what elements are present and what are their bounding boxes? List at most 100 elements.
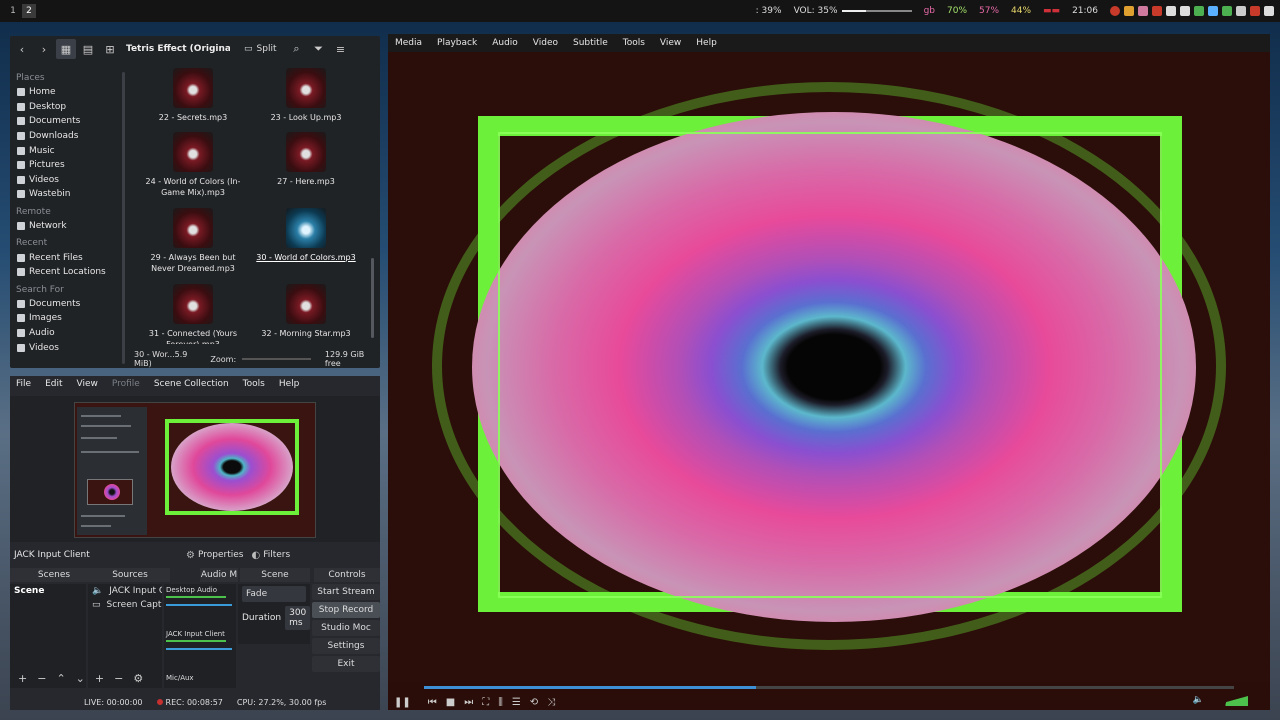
- zoom-slider[interactable]: [242, 358, 311, 360]
- move-down-icon[interactable]: ⌄: [76, 672, 85, 685]
- workspace-2[interactable]: 2: [22, 4, 36, 18]
- extended-settings-icon[interactable]: ⫼: [498, 697, 503, 708]
- filters-button[interactable]: ◐ Filters: [251, 550, 290, 561]
- tray-icon-11[interactable]: [1250, 6, 1260, 16]
- sidebar-item-wastebin[interactable]: Wastebin: [10, 187, 126, 202]
- forward-icon[interactable]: ›: [34, 39, 54, 59]
- sidebar-item-recent-files[interactable]: Recent Files: [10, 250, 126, 265]
- player-menu-media[interactable]: Media: [395, 38, 422, 48]
- loop-icon[interactable]: ⟲: [530, 697, 538, 708]
- compact-view-icon[interactable]: ▤: [78, 39, 98, 59]
- mixer-channel[interactable]: JACK Input Client: [164, 628, 236, 672]
- tray-icon-2[interactable]: [1124, 6, 1134, 16]
- gear-icon[interactable]: ⚙: [133, 672, 143, 685]
- settings-button[interactable]: Settings: [312, 638, 380, 654]
- scene-item[interactable]: Scene: [10, 584, 86, 598]
- tray-icon-1[interactable]: [1110, 6, 1120, 16]
- tray-icon-6[interactable]: [1180, 6, 1190, 16]
- sidebar-item-desktop[interactable]: Desktop: [10, 100, 126, 115]
- player-menu-playback[interactable]: Playback: [437, 38, 477, 48]
- sidebar-item-music[interactable]: Music: [10, 143, 126, 158]
- sidebar-item-network[interactable]: Network: [10, 219, 126, 234]
- file-item[interactable]: 31 - Connected (Yours Forever).mp3: [138, 284, 248, 344]
- mixer-channel[interactable]: Desktop Audio: [164, 584, 236, 628]
- obs-menu-scene-collection[interactable]: Scene Collection: [154, 379, 229, 389]
- sidebar-item-downloads[interactable]: Downloads: [10, 129, 126, 144]
- obs-menu-edit[interactable]: Edit: [45, 379, 62, 389]
- file-item[interactable]: 32 - Morning Star.mp3: [251, 284, 361, 339]
- stop-icon[interactable]: ■: [446, 697, 455, 708]
- workspace-1[interactable]: 1: [6, 4, 20, 18]
- menu-icon[interactable]: ≡: [330, 39, 350, 59]
- sidebar-item-documents[interactable]: Documents: [10, 297, 126, 312]
- tray-icon-12[interactable]: [1264, 6, 1274, 16]
- player-menu-help[interactable]: Help: [696, 38, 717, 48]
- player-menu-subtitle[interactable]: Subtitle: [573, 38, 608, 48]
- back-icon[interactable]: ‹: [12, 39, 32, 59]
- player-menu-view[interactable]: View: [660, 38, 681, 48]
- volume-icon[interactable]: 🔈: [1193, 695, 1204, 705]
- icons-view-icon[interactable]: ▦: [56, 39, 76, 59]
- exit-button[interactable]: Exit: [312, 656, 380, 672]
- playlist-icon[interactable]: ☰: [512, 697, 521, 708]
- tray-icon-9[interactable]: [1222, 6, 1232, 16]
- duration-field[interactable]: 300 ms: [285, 606, 311, 630]
- video-output[interactable]: [388, 52, 1270, 682]
- player-menu-audio[interactable]: Audio: [492, 38, 518, 48]
- add-icon[interactable]: +: [18, 672, 27, 685]
- remove-source-icon[interactable]: −: [114, 672, 123, 685]
- obs-menu-help[interactable]: Help: [279, 379, 300, 389]
- obs-menu-file[interactable]: File: [16, 379, 31, 389]
- move-up-icon[interactable]: ⌃: [56, 672, 65, 685]
- volume-fader[interactable]: [166, 604, 232, 606]
- sidebar-item-recent-locations[interactable]: Recent Locations: [10, 265, 126, 280]
- next-icon[interactable]: ⏭: [464, 697, 473, 708]
- obs-menu-profile[interactable]: Profile: [112, 379, 140, 389]
- sidebar-item-videos[interactable]: Videos: [10, 340, 126, 355]
- file-item[interactable]: 30 - World of Colors.mp3: [251, 208, 361, 263]
- tray-icon-4[interactable]: [1152, 6, 1162, 16]
- remove-icon[interactable]: −: [37, 672, 46, 685]
- preview-canvas[interactable]: [74, 402, 316, 538]
- sidebar-item-videos[interactable]: Videos: [10, 173, 126, 188]
- file-item[interactable]: 24 - World of Colors (In-Game Mix).mp3: [138, 132, 248, 198]
- pause-icon[interactable]: ❚❚: [394, 697, 411, 708]
- tray-icon-10[interactable]: [1236, 6, 1246, 16]
- mixer-channel[interactable]: Mic/Aux: [164, 672, 236, 686]
- tray-icon-5[interactable]: [1166, 6, 1176, 16]
- search-icon[interactable]: ⌕: [286, 39, 306, 59]
- source-item[interactable]: 🔈JACK Input Cli: [88, 584, 162, 598]
- sidebar-item-home[interactable]: Home: [10, 85, 126, 100]
- tray-icon-3[interactable]: [1138, 6, 1148, 16]
- location-path[interactable]: Tetris Effect (Original Sou: [126, 44, 230, 54]
- player-menu-video[interactable]: Video: [533, 38, 558, 48]
- start-stream-button[interactable]: Start Stream: [312, 584, 380, 600]
- sidebar-item-images[interactable]: Images: [10, 311, 126, 326]
- sidebar-scrollbar[interactable]: [122, 72, 125, 364]
- studio-mode-button[interactable]: Studio Moc: [312, 620, 380, 636]
- properties-button[interactable]: ⚙ Properties: [186, 550, 243, 561]
- tray-icon-8[interactable]: [1208, 6, 1218, 16]
- seek-bar[interactable]: [388, 682, 1270, 694]
- tree-view-icon[interactable]: ⊞: [100, 39, 120, 59]
- sidebar-item-pictures[interactable]: Pictures: [10, 158, 126, 173]
- file-item[interactable]: 23 - Look Up.mp3: [251, 68, 361, 123]
- sidebar-item-documents[interactable]: Documents: [10, 114, 126, 129]
- stop-record-button[interactable]: Stop Record: [312, 602, 380, 618]
- file-grid-scrollbar[interactable]: [371, 258, 374, 338]
- shuffle-icon[interactable]: ⤨: [547, 697, 555, 708]
- filter-icon[interactable]: ⏷: [308, 39, 328, 59]
- transition-select[interactable]: Fade: [242, 586, 306, 602]
- tray-icon-7[interactable]: [1194, 6, 1204, 16]
- source-item[interactable]: ▭Screen Captur: [88, 598, 162, 612]
- previous-icon[interactable]: ⏮: [428, 697, 437, 708]
- split-button[interactable]: ▭ Split: [244, 44, 276, 54]
- file-item[interactable]: 29 - Always Been but Never Dreamed.mp3: [138, 208, 248, 274]
- player-menu-tools[interactable]: Tools: [623, 38, 645, 48]
- file-item[interactable]: 27 - Here.mp3: [251, 132, 361, 187]
- obs-menu-view[interactable]: View: [77, 379, 98, 389]
- volume-slider[interactable]: [841, 9, 912, 12]
- obs-menu-tools[interactable]: Tools: [243, 379, 265, 389]
- volume-fader[interactable]: [166, 648, 232, 650]
- fullscreen-icon[interactable]: ⛶: [482, 697, 489, 708]
